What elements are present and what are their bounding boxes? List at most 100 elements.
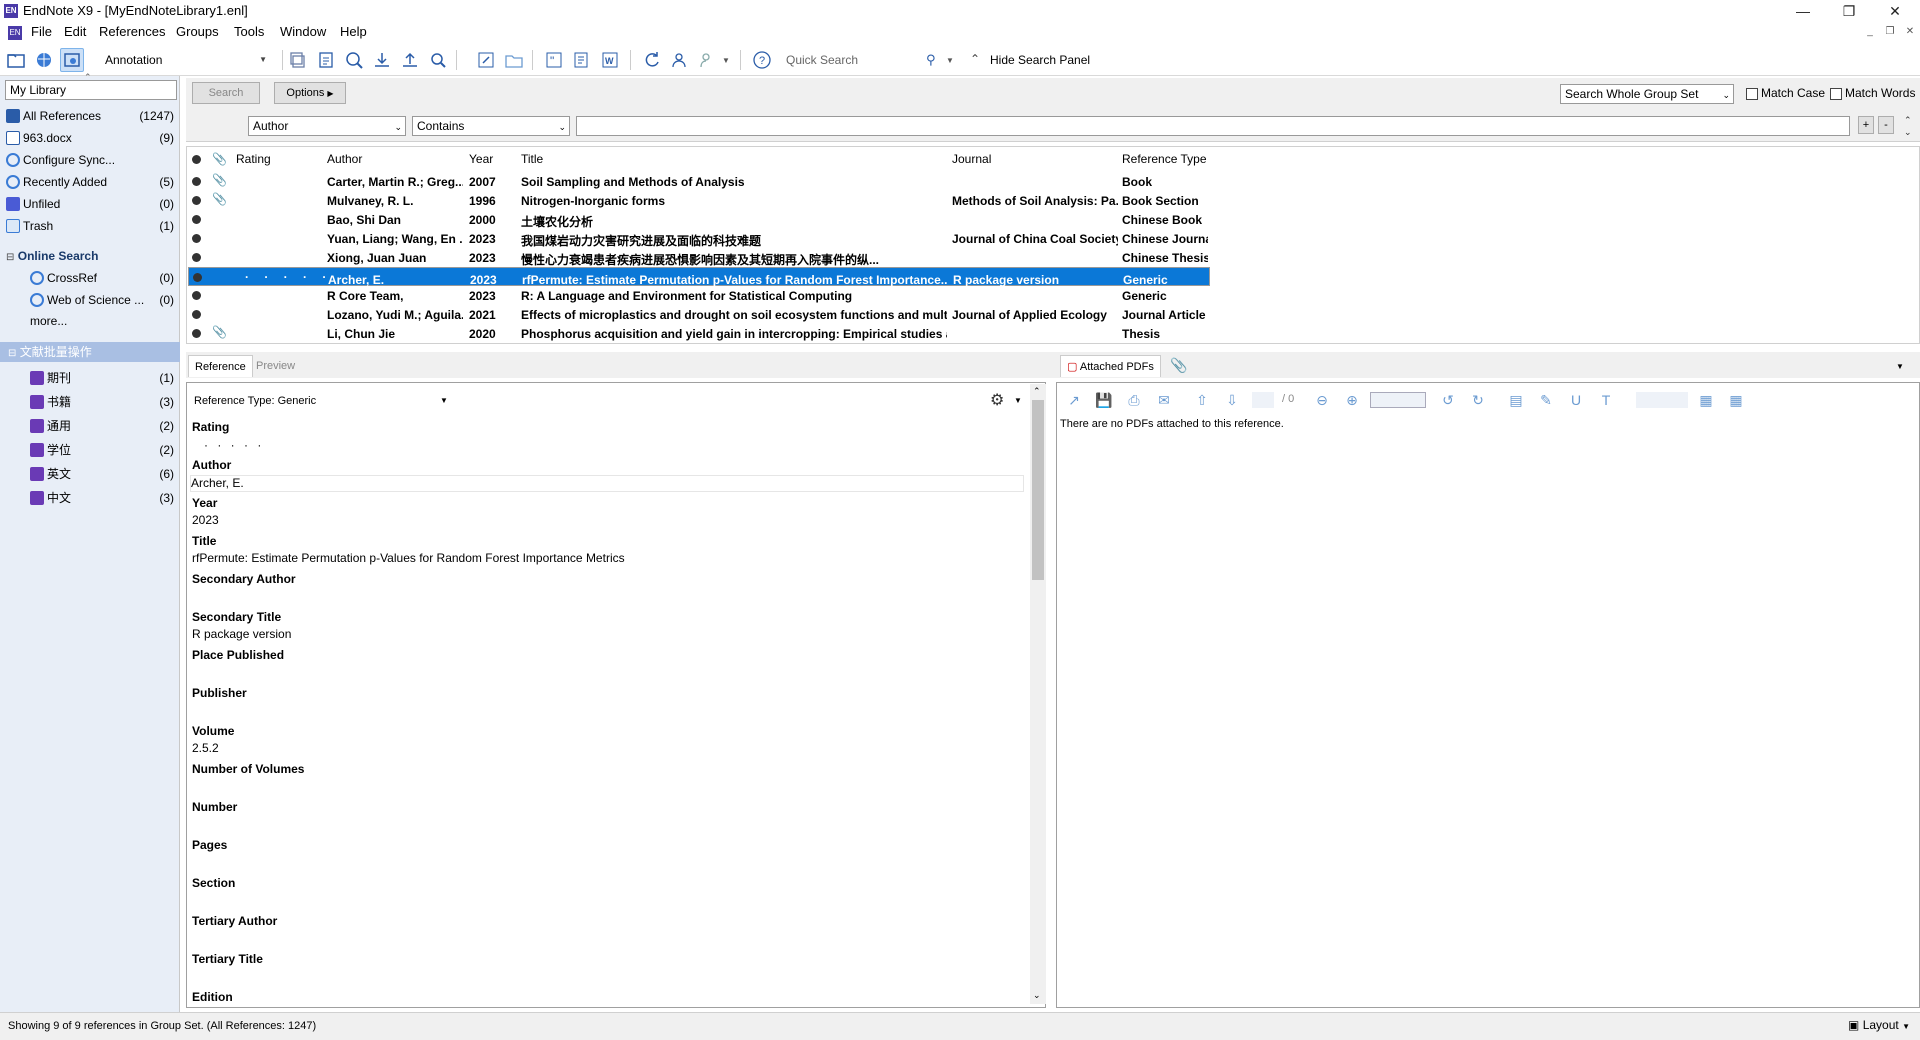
search-value-input[interactable]	[576, 116, 1850, 136]
remove-search-row-button[interactable]: -	[1878, 116, 1894, 134]
zoom-out-icon[interactable]: ⊖	[1312, 390, 1332, 410]
scroll-down-icon[interactable]: ⌄	[1033, 990, 1041, 1001]
field-value[interactable]	[192, 931, 1026, 948]
tab-attached-pdfs[interactable]: ▢ Attached PDFs	[1060, 355, 1161, 377]
strikethrough-icon[interactable]: T	[1596, 390, 1616, 410]
quick-search-input[interactable]: Quick Search	[786, 51, 926, 69]
hide-search-panel-button[interactable]: Hide Search Panel	[990, 51, 1090, 69]
table-row[interactable]: 📎 Mulvaney, R. L. 1996 Nitrogen-Inorganic f…	[188, 191, 1210, 210]
field-value[interactable]	[192, 665, 1026, 682]
group-set-item[interactable]: 期刊 (1)	[30, 368, 178, 388]
format-bibliography-icon[interactable]	[570, 48, 594, 72]
table-row[interactable]: · · · · · Archer, E. 2023 rfPermute: Estima…	[188, 267, 1210, 287]
online-sharing-icon[interactable]	[696, 48, 720, 72]
group-recently-added[interactable]: Recently Added (5)	[6, 172, 178, 192]
layout-button[interactable]: ▣ Layout ▼	[1848, 1018, 1910, 1032]
menu-references[interactable]: References	[95, 24, 169, 39]
online-search-more-link[interactable]: more...	[30, 314, 67, 328]
read-status-dot[interactable]	[192, 215, 201, 224]
menu-edit[interactable]: Edit	[60, 24, 90, 39]
match-case-checkbox[interactable]: Match Case	[1746, 86, 1825, 100]
group-set-item[interactable]: 英文 (6)	[30, 464, 178, 484]
document-icon[interactable]: EN	[8, 26, 22, 40]
scroll-arrows-icon[interactable]: ⌃ ⌄	[1904, 114, 1912, 138]
minimize-icon[interactable]: —	[1780, 0, 1826, 22]
column-title[interactable]: Title	[521, 152, 543, 166]
table-row[interactable]: Lozano, Yudi M.; Aguila... 2021 Effects of…	[188, 305, 1210, 324]
field-value[interactable]	[192, 855, 1026, 872]
output-style-select[interactable]: Annotation ▼	[102, 50, 272, 70]
print-icon[interactable]: ⎙	[1124, 390, 1144, 410]
column-journal[interactable]: Journal	[952, 152, 991, 166]
column-reference-type[interactable]: Reference Type	[1122, 152, 1207, 166]
column-rating[interactable]: Rating	[236, 152, 271, 166]
chevron-down-icon[interactable]: ▼	[946, 56, 954, 65]
table-row[interactable]: R Core Team, 2023 R: A Language and Enviro…	[188, 286, 1210, 305]
match-words-checkbox[interactable]: Match Words	[1830, 86, 1915, 100]
help-icon[interactable]: ?	[750, 48, 774, 72]
read-status-dot[interactable]	[193, 273, 202, 282]
chevron-down-icon[interactable]: ▼	[1896, 362, 1904, 371]
zoom-in-icon[interactable]: ⊕	[1342, 390, 1362, 410]
copy-to-library-icon[interactable]	[286, 48, 310, 72]
table-row[interactable]: 📎 Li, Chun Jie 2020 Phosphorus acquisition …	[188, 324, 1210, 343]
column-author[interactable]: Author	[327, 152, 362, 166]
table-row[interactable]: Bao, Shi Dan 2000 土壤农化分析 Chinese Book	[188, 210, 1210, 229]
group-configure-sync[interactable]: Configure Sync...	[6, 150, 178, 170]
read-status-dot[interactable]	[192, 329, 201, 338]
return-to-word-icon[interactable]: W	[598, 48, 622, 72]
scroll-up-icon[interactable]: ⌃	[1033, 386, 1041, 397]
doc-minimize-icon[interactable]: _	[1862, 24, 1878, 40]
group-all-references[interactable]: All References (1247)	[6, 106, 178, 126]
find-next-icon[interactable]: ▦	[1726, 390, 1746, 410]
group-set-item[interactable]: 书籍 (3)	[30, 392, 178, 412]
reference-type-row[interactable]: Reference Type: Generic	[194, 395, 316, 407]
read-status-dot[interactable]	[192, 310, 201, 319]
read-status-dot[interactable]	[192, 234, 201, 243]
group-set-item[interactable]: 通用 (2)	[30, 416, 178, 436]
group-set-item[interactable]: 学位 (2)	[30, 440, 178, 460]
read-status-header-icon[interactable]	[192, 155, 201, 164]
field-value[interactable]: 2.5.2	[192, 741, 1026, 758]
field-value[interactable]	[192, 437, 1026, 454]
insert-citation-icon[interactable]: "	[542, 48, 566, 72]
close-icon[interactable]: ✕	[1872, 0, 1918, 22]
find-pdf-icon[interactable]	[426, 48, 450, 72]
page-number-input[interactable]	[1252, 392, 1274, 408]
read-status-dot[interactable]	[192, 253, 201, 262]
menu-groups[interactable]: Groups	[172, 24, 223, 39]
field-value[interactable]	[192, 779, 1026, 796]
local-library-mode-icon[interactable]	[4, 48, 28, 72]
search-scope-select[interactable]: Search Whole Group Set ⌄	[1560, 84, 1734, 104]
zoom-select[interactable]	[1370, 392, 1426, 408]
doc-restore-icon[interactable]: ❐	[1882, 24, 1898, 40]
rating-dots[interactable]: · · · · ·	[245, 268, 332, 286]
find-input[interactable]	[1636, 392, 1688, 408]
menu-file[interactable]: File	[27, 24, 56, 39]
rotate-right-icon[interactable]: ↻	[1468, 390, 1488, 410]
menu-help[interactable]: Help	[336, 24, 371, 39]
find-full-text-icon[interactable]	[342, 48, 366, 72]
read-status-dot[interactable]	[192, 291, 201, 300]
table-row[interactable]: Xiong, Juan Juan 2023 慢性心力衰竭患者疾病进展恐惧影响因素及其…	[188, 248, 1210, 267]
import-icon[interactable]	[370, 48, 394, 72]
search-icon[interactable]: ⚲	[926, 52, 936, 68]
search-field-select[interactable]: Author ⌄	[248, 116, 406, 136]
field-value[interactable]	[192, 893, 1026, 910]
table-row[interactable]: 📎 Carter, Martin R.; Greg... 2007 Soil Samp…	[188, 172, 1210, 191]
group-trash[interactable]: Trash (1)	[6, 216, 178, 236]
table-row[interactable]: Yuan, Liang; Wang, En ... 2023 我国煤岩动力灾害研究进…	[188, 229, 1210, 248]
field-value[interactable]: 2023	[192, 513, 1026, 530]
group-set-item[interactable]: 中文 (3)	[30, 488, 178, 508]
sync-icon[interactable]	[640, 48, 664, 72]
field-value[interactable]	[192, 817, 1026, 834]
group-963-docx[interactable]: 963.docx (9)	[6, 128, 178, 148]
field-value[interactable]	[192, 703, 1026, 720]
read-status-dot[interactable]	[192, 177, 201, 186]
add-search-row-button[interactable]: +	[1858, 116, 1874, 134]
restore-icon[interactable]: ❐	[1826, 0, 1872, 22]
online-crossref[interactable]: CrossRef (0)	[30, 268, 178, 288]
menu-tools[interactable]: Tools	[230, 24, 268, 39]
chevron-down-icon[interactable]: ▼	[440, 396, 448, 405]
group-set-header[interactable]: ⊟ 文献批量操作	[0, 342, 180, 362]
